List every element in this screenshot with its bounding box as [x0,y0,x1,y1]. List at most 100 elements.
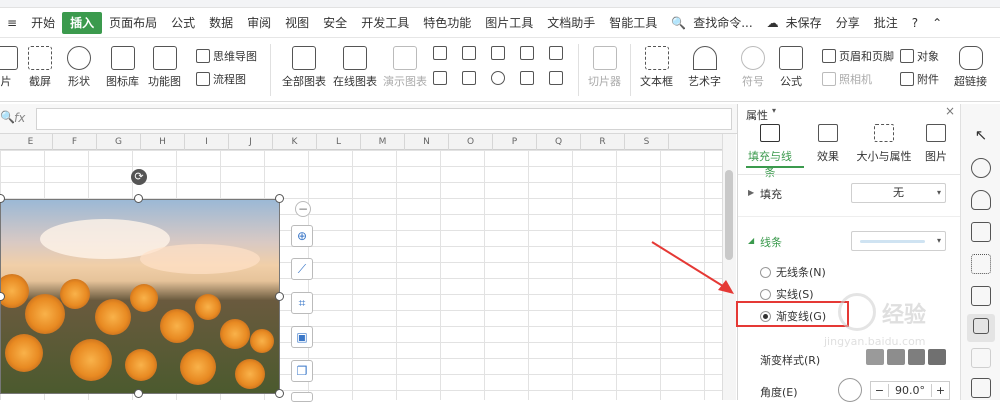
camera-button[interactable]: 照相机 [822,71,872,87]
chart-type-stat-icon[interactable] [462,71,476,85]
chart-type-map-icon[interactable] [433,71,447,85]
chart-icon[interactable] [971,286,991,306]
chart-type-combo-icon[interactable] [549,71,563,85]
object-button[interactable]: 对象 [900,48,939,64]
crop-icon[interactable]: ⌗ [291,292,313,314]
zoom-in-icon[interactable]: ⊕ [291,225,313,247]
angle-increase-button[interactable]: + [931,384,949,397]
attachment-button[interactable]: 附件 [900,71,939,87]
col-header-r[interactable]: R [581,134,625,150]
slicer-button[interactable]: 切片器 [588,46,621,89]
menu-doc-assistant[interactable]: 文档助手 [540,12,602,34]
menu-data[interactable]: 数据 [202,12,240,34]
gradient-preset-3[interactable] [907,349,926,365]
menu-special[interactable]: 特色功能 [416,12,478,34]
angle-value[interactable]: 90.0° [889,384,931,397]
col-header-l[interactable]: L [317,134,361,150]
col-header-k[interactable]: K [273,134,317,150]
picture-button[interactable]: 片 [0,46,18,89]
chart-type-scatter-icon[interactable] [520,71,534,85]
col-header-i[interactable]: I [185,134,229,150]
flowchart-button[interactable]: 流程图 [196,71,246,87]
col-header-j[interactable]: J [229,134,273,150]
col-header-h[interactable]: H [141,134,185,150]
expand-arrow-icon[interactable]: ▶ [748,188,754,197]
zoom-search-icon[interactable]: 🔍 [0,110,15,124]
icon-library-button[interactable]: 图标库 [106,46,139,89]
resize-handle-right[interactable] [275,292,284,301]
line-style-dropdown[interactable]: ▾ [851,231,946,251]
collapse-toolbar-icon[interactable]: − [295,201,311,217]
menu-more-icon[interactable]: ≡ [0,12,24,34]
angle-decrease-button[interactable]: − [871,384,889,397]
search-icon[interactable]: 🔍 [664,12,693,34]
gradient-preset-1[interactable] [866,349,884,365]
col-header-g[interactable]: G [97,134,141,150]
rotate-icon[interactable]: ⟳ [131,169,147,185]
fit-frame-icon[interactable]: ▣ [291,326,313,348]
chart-type-radar-icon[interactable] [520,46,534,60]
unsaved-status[interactable]: 未保存 [786,12,829,34]
chart-type-line-icon[interactable] [491,46,505,60]
table-icon[interactable] [971,222,991,242]
menu-review[interactable]: 审阅 [240,12,278,34]
magic-wand-icon[interactable]: ⟋ [291,258,313,280]
chart-type-pie-icon[interactable] [491,71,505,85]
resize-handle-top[interactable] [134,194,143,203]
collapse-icon[interactable]: ⌃ [925,12,949,34]
fill-dropdown[interactable]: 无 ▾ [851,183,946,203]
help-icon[interactable]: ? [905,12,925,34]
comment-button[interactable]: 批注 [867,12,905,34]
chart-type-bar-icon[interactable] [462,46,476,60]
grid-icon[interactable] [971,254,991,274]
col-header-n[interactable]: N [405,134,449,150]
share-button[interactable]: 分享 [829,12,867,34]
function-chart-button[interactable]: 功能图 [148,46,181,89]
chart-type-column-icon[interactable] [433,46,447,60]
resize-handle-top-right[interactable] [275,194,284,203]
formula-input[interactable] [36,108,732,130]
search-command[interactable]: 查找命令... [693,12,759,34]
menu-developer[interactable]: 开发工具 [354,12,416,34]
symbol-button[interactable]: 符号 [741,46,765,89]
menu-insert[interactable]: 插入 [62,11,103,34]
tab-fill-line[interactable]: 填充与线条 [744,124,796,180]
backup-icon[interactable] [971,348,991,368]
image-library-icon[interactable] [971,378,991,398]
menu-page-layout[interactable]: 页面布局 [102,12,164,34]
gradient-preset-2[interactable] [886,349,905,365]
angle-dial[interactable] [838,378,862,402]
menu-formula[interactable]: 公式 [164,12,202,34]
resize-handle-bottom[interactable] [134,389,143,398]
cloud-icon[interactable]: ☁ [760,12,786,34]
mind-map-button[interactable]: 思维导图 [196,48,257,64]
chart-type-area-icon[interactable] [549,46,563,60]
properties-title[interactable]: 属性 [746,107,768,123]
copy-picture-icon[interactable]: ❐ [291,360,313,382]
screenshot-button[interactable]: 截屏 [28,46,52,89]
text-box-button[interactable]: 文本框 [640,46,673,89]
all-charts-button[interactable]: 全部图表 [282,46,326,89]
col-header-s[interactable]: S [625,134,669,150]
tab-effects[interactable]: 效果 [802,124,854,164]
radio-solid-line[interactable]: 实线(S) [760,286,814,302]
gradient-preset-4[interactable] [928,349,946,365]
radio-no-line[interactable]: 无线条(N) [760,264,826,280]
menu-view[interactable]: 视图 [278,12,316,34]
shapes-button[interactable]: 形状 [67,46,91,89]
col-header-q[interactable]: Q [537,134,581,150]
chevron-down-icon[interactable]: ▾ [772,106,776,115]
cursor-icon[interactable]: ↖ [971,126,991,146]
hyperlink-button[interactable]: 超链接 [954,46,987,89]
more-tools-icon[interactable] [291,392,313,402]
menu-security[interactable]: 安全 [316,12,354,34]
fill-icon[interactable] [971,190,991,210]
header-footer-button[interactable]: 页眉和页脚 [822,48,894,64]
tab-picture[interactable]: 图片 [914,124,958,164]
equation-button[interactable]: 公式 [779,46,803,89]
col-header-e[interactable]: E [9,134,53,150]
col-header-m[interactable]: M [361,134,405,150]
shapes-icon[interactable] [971,158,991,178]
online-charts-button[interactable]: 在线图表 [333,46,377,89]
menu-smart-tools[interactable]: 智能工具 [602,12,664,34]
